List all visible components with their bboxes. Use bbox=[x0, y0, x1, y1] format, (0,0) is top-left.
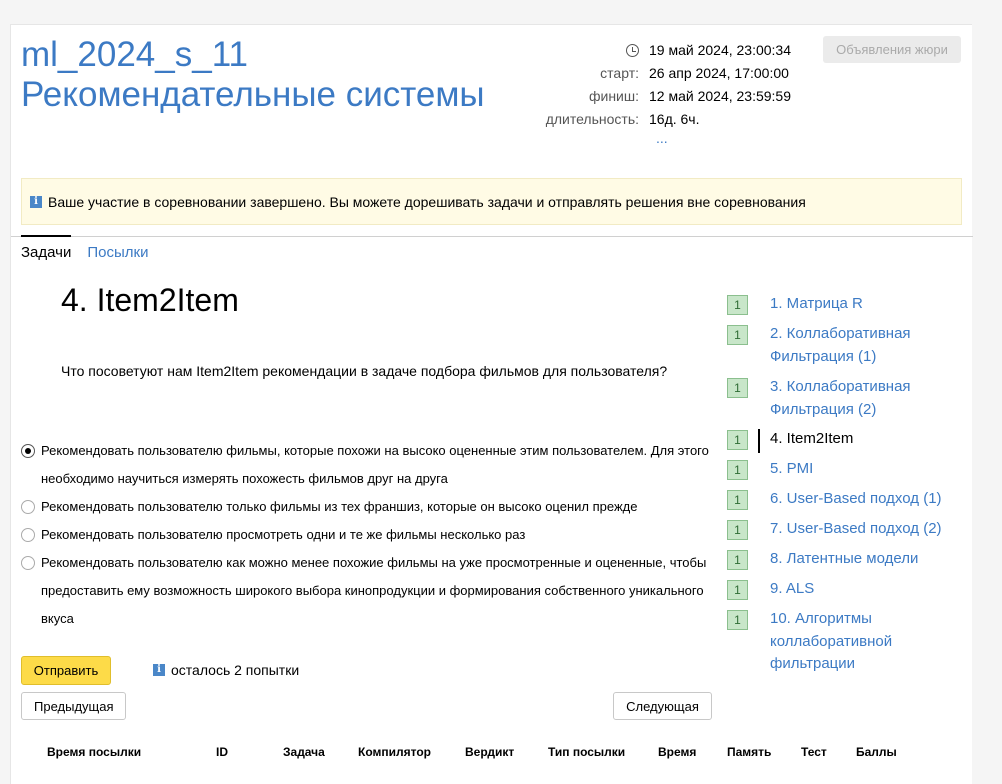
radio-button[interactable] bbox=[21, 444, 35, 458]
sidebar-item-label[interactable]: 8. Латентные модели bbox=[770, 548, 960, 571]
notice-text: Ваше участие в соревновании завершено. В… bbox=[48, 193, 806, 210]
answer-options: Рекомендовать пользователю фильмы, котор… bbox=[21, 437, 721, 633]
current-time-row: 19 май 2024, 23:00:34 bbox=[531, 39, 791, 62]
clock-icon bbox=[626, 44, 639, 57]
answer-option-text: Рекомендовать пользователю только фильмы… bbox=[41, 499, 638, 514]
column-header: Время посылки bbox=[47, 745, 142, 759]
jury-announcements-button[interactable]: Объявления жюри bbox=[823, 36, 961, 63]
finish-value: 12 май 2024, 23:59:59 bbox=[649, 88, 792, 104]
info-icon: i bbox=[153, 664, 165, 676]
submit-button[interactable]: Отправить bbox=[21, 656, 111, 685]
sidebar-item-label[interactable]: 6. User-Based подход (1) bbox=[770, 488, 960, 511]
score-badge: 1 bbox=[727, 295, 748, 315]
contest-name: Рекомендательные системы bbox=[21, 75, 485, 114]
problem-question: Что посоветуют нам Item2Item рекомендаци… bbox=[61, 363, 668, 379]
column-header: Память bbox=[727, 745, 772, 759]
answer-option[interactable]: Рекомендовать пользователю просмотреть о… bbox=[21, 521, 721, 549]
contest-title: ml_2024_s_11 Рекомендательные системы bbox=[21, 35, 485, 115]
contest-code: ml_2024_s_11 bbox=[21, 35, 249, 74]
tabs: Задачи Посылки bbox=[21, 244, 148, 261]
sidebar-item-label[interactable]: 9. ALS bbox=[770, 578, 960, 601]
radio-button[interactable] bbox=[21, 500, 35, 514]
active-tab-indicator bbox=[21, 235, 71, 237]
start-label: старт: bbox=[600, 65, 639, 81]
score-badge: 1 bbox=[727, 430, 748, 450]
finish-row: финиш: 12 май 2024, 23:59:59 bbox=[531, 85, 791, 108]
attempts-text: осталось 2 попытки bbox=[171, 662, 300, 678]
problem-title: 4. Item2Item bbox=[61, 282, 239, 318]
answer-option-text: Рекомендовать пользователю как можно мен… bbox=[41, 555, 707, 626]
sidebar-item-label[interactable]: 3. Коллаборативная Фильтрация (2) bbox=[770, 376, 960, 421]
radio-button[interactable] bbox=[21, 556, 35, 570]
score-badge: 1 bbox=[727, 610, 748, 630]
sidebar-item-label[interactable]: 7. User-Based подход (2) bbox=[770, 518, 960, 541]
duration-value: 16д. 6ч. bbox=[649, 111, 700, 127]
next-problem-button[interactable]: Следующая bbox=[613, 692, 712, 720]
column-header: Тест bbox=[801, 745, 827, 759]
answer-option-text: Рекомендовать пользователю просмотреть о… bbox=[41, 527, 526, 542]
radio-button[interactable] bbox=[21, 528, 35, 542]
score-badge: 1 bbox=[727, 550, 748, 570]
score-badge: 1 bbox=[727, 325, 748, 345]
tab-problems[interactable]: Задачи bbox=[21, 244, 71, 261]
column-header: Баллы bbox=[856, 745, 897, 759]
column-header: Компилятор bbox=[358, 745, 432, 759]
info-icon: i bbox=[30, 195, 42, 208]
score-badge: 1 bbox=[727, 580, 748, 600]
sidebar-item-label[interactable]: 2. Коллаборативная Фильтрация (1) bbox=[770, 323, 960, 368]
column-header: ID bbox=[216, 745, 228, 759]
participation-notice: i Ваше участие в соревновании завершено.… bbox=[21, 178, 962, 225]
column-header: Тип посылки bbox=[548, 745, 626, 759]
contest-page: ml_2024_s_11 Рекомендательные системы 19… bbox=[10, 24, 973, 784]
finish-label: финиш: bbox=[588, 88, 639, 104]
tab-submissions[interactable]: Посылки bbox=[87, 244, 148, 261]
tabs-divider bbox=[11, 236, 973, 237]
current-time: 19 май 2024, 23:00:34 bbox=[649, 42, 792, 58]
sidebar-item-label[interactable]: 10. Алгоритмы коллаборативной фильтрации bbox=[770, 608, 960, 676]
column-header: Время bbox=[658, 745, 697, 759]
duration-row: длительность: 16д. 6ч. bbox=[531, 108, 791, 131]
answer-option[interactable]: Рекомендовать пользователю только фильмы… bbox=[21, 493, 721, 521]
attempts-info: i осталось 2 попытки bbox=[153, 662, 299, 678]
sidebar-item-label[interactable]: 1. Матрица R bbox=[770, 293, 960, 316]
sidebar-item-label[interactable]: 4. Item2Item bbox=[770, 428, 960, 451]
start-row: старт: 26 апр 2024, 17:00:00 bbox=[531, 62, 791, 85]
meta-more-link[interactable]: ... bbox=[656, 130, 668, 146]
score-badge: 1 bbox=[727, 520, 748, 540]
column-header: Задача bbox=[283, 745, 325, 759]
answer-option[interactable]: Рекомендовать пользователю как можно мен… bbox=[21, 549, 721, 633]
score-badge: 1 bbox=[727, 460, 748, 480]
column-header: Вердикт bbox=[465, 745, 515, 759]
answer-option-text: Рекомендовать пользователю фильмы, котор… bbox=[41, 443, 709, 486]
contest-meta: 19 май 2024, 23:00:34 старт: 26 апр 2024… bbox=[531, 39, 791, 131]
start-value: 26 апр 2024, 17:00:00 bbox=[649, 65, 789, 81]
duration-label: длительность: bbox=[545, 111, 639, 127]
answer-option[interactable]: Рекомендовать пользователю фильмы, котор… bbox=[21, 437, 721, 493]
previous-problem-button[interactable]: Предыдущая bbox=[21, 692, 126, 720]
score-badge: 1 bbox=[727, 378, 748, 398]
sidebar-item-label[interactable]: 5. PMI bbox=[770, 458, 960, 481]
active-item-marker bbox=[758, 429, 760, 453]
score-badge: 1 bbox=[727, 490, 748, 510]
